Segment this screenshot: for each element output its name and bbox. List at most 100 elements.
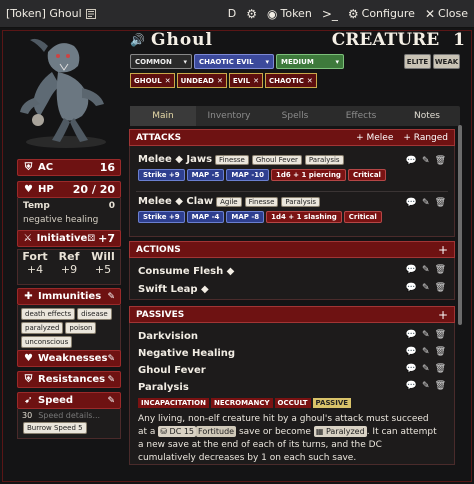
speed-value[interactable]: 30 [22, 411, 32, 420]
window-title: [Token] Ghoul [6, 7, 96, 20]
speaker-icon[interactable]: 🔊 [130, 33, 145, 47]
passive-controls: 💬 ✎ 🗑 [406, 381, 446, 391]
passive-item[interactable]: Paralysis [138, 380, 446, 394]
remove-icon[interactable]: ✕ [307, 77, 313, 85]
will-save[interactable]: Will +5 [86, 250, 120, 284]
condition-chip[interactable]: ▦ Paralyzed [313, 426, 367, 437]
initiative-panel[interactable]: ⚔ Initiative ⚄ +7 [17, 230, 121, 247]
elite-button[interactable]: ELITE [404, 54, 431, 69]
close-button[interactable]: ✕ Close [425, 7, 468, 21]
token-button[interactable]: ◉ Token [267, 7, 312, 21]
remove-icon[interactable]: ✕ [165, 77, 171, 85]
scrollbar[interactable] [458, 125, 462, 325]
trash-icon[interactable]: 🗑 [435, 283, 446, 293]
edit-icon[interactable]: ✎ [422, 283, 430, 293]
d-button[interactable]: D [228, 7, 236, 20]
passive-name: Paralysis [138, 381, 189, 393]
sheet-icon[interactable] [85, 8, 96, 19]
ac-value[interactable]: 16 [100, 161, 115, 174]
tab-notes[interactable]: Notes [394, 106, 460, 126]
configure-button[interactable]: ⚙ Configure [348, 7, 415, 21]
map-button[interactable]: MAP -4 [186, 211, 225, 223]
tab-inventory[interactable]: Inventory [196, 106, 262, 126]
alignment-select[interactable]: CHAOTIC EVIL ▾ [194, 54, 274, 69]
chat-icon[interactable]: 💬 [406, 381, 417, 391]
immunity-tag: paralyzed [21, 322, 64, 334]
trash-icon[interactable]: 🗑 [435, 330, 446, 340]
action-item[interactable]: Swift Leap ◆ [138, 282, 446, 296]
chat-icon[interactable]: 💬 [406, 347, 417, 357]
chat-icon[interactable]: 💬 [406, 364, 417, 374]
attack-trait: Paralysis [304, 154, 344, 165]
action-controls: 💬 ✎ 🗑 [406, 283, 446, 293]
map-button[interactable]: MAP -8 [226, 211, 265, 223]
gear-button[interactable]: ⚙ [246, 7, 257, 21]
strike-button[interactable]: Strike +9 [138, 211, 185, 223]
rarity-select[interactable]: COMMON ▾ [130, 54, 192, 69]
tab-effects[interactable]: Effects [328, 106, 394, 126]
condition-icon: ▦ [315, 427, 326, 436]
chat-icon[interactable]: 💬 [406, 283, 417, 293]
trash-icon[interactable]: 🗑 [435, 198, 446, 208]
chat-icon[interactable]: 💬 [406, 156, 417, 166]
action-item[interactable]: Consume Flesh ◆ [138, 264, 446, 278]
chat-icon[interactable]: 💬 [406, 330, 417, 340]
edit-icon[interactable]: ✎ [422, 381, 430, 391]
map-button[interactable]: MAP -10 [226, 169, 269, 181]
weak-button[interactable]: WEAK [433, 54, 460, 69]
dc-chip[interactable]: ⛁ DC 15 [158, 426, 197, 437]
add-passive-button[interactable]: + [438, 308, 448, 322]
creature-name[interactable]: Ghoul [151, 30, 213, 50]
passive-item[interactable]: Ghoul Fever [138, 363, 446, 377]
critical-button[interactable]: Critical [347, 169, 386, 181]
passive-item[interactable]: Darkvision [138, 329, 446, 343]
map-button[interactable]: MAP -5 [186, 169, 225, 181]
edit-icon[interactable]: ✎ [422, 330, 430, 340]
chat-icon[interactable]: 💬 [406, 198, 417, 208]
trash-icon[interactable]: 🗑 [435, 265, 446, 275]
terminal-button[interactable]: >_ [322, 7, 338, 21]
edit-icon[interactable]: ✎ [422, 347, 430, 357]
edit-icon[interactable]: ✎ [422, 364, 430, 374]
size-select[interactable]: MEDIUM ▾ [276, 54, 344, 69]
remove-icon[interactable]: ✕ [253, 77, 259, 85]
add-melee-button[interactable]: + Melee [356, 133, 393, 143]
trash-icon[interactable]: 🗑 [435, 347, 446, 357]
add-ranged-button[interactable]: + Ranged [403, 133, 448, 143]
passive-item[interactable]: Negative Healing [138, 346, 446, 360]
damage-button[interactable]: 1d4 + 1 slashing [266, 211, 342, 223]
trait-tag: UNDEAD ✕ [176, 73, 227, 88]
edit-resistances-icon[interactable]: ✎ [107, 375, 115, 385]
edit-icon[interactable]: ✎ [422, 156, 430, 166]
ref-save[interactable]: Ref +9 [52, 250, 86, 284]
speed-details-input[interactable]: Speed details... [38, 411, 100, 420]
trait-tag: EVIL ✕ [228, 73, 263, 88]
strike-button[interactable]: Strike +9 [138, 169, 185, 181]
attack-name[interactable]: Melee ◆ Claw [138, 196, 213, 207]
critical-button[interactable]: Critical [343, 211, 382, 223]
add-action-button[interactable]: + [438, 243, 448, 257]
cross-icon: ✚ [24, 291, 33, 302]
hp-value[interactable]: 20 / 20 [73, 183, 115, 196]
trash-icon[interactable]: 🗑 [435, 156, 446, 166]
creature-level[interactable]: 1 [453, 30, 465, 50]
edit-icon[interactable]: ✎ [422, 265, 430, 275]
fort-save[interactable]: Fort +4 [18, 250, 52, 284]
trash-icon[interactable]: 🗑 [435, 381, 446, 391]
creature-portrait[interactable] [8, 32, 120, 150]
edit-speed-icon[interactable]: ✎ [107, 396, 115, 406]
trash-icon[interactable]: 🗑 [435, 364, 446, 374]
chat-icon[interactable]: 💬 [406, 265, 417, 275]
edit-weaknesses-icon[interactable]: ✎ [107, 354, 115, 364]
save-chip[interactable]: Fortitude [196, 426, 237, 437]
close-icon: ✕ [424, 6, 436, 21]
edit-immunities-icon[interactable]: ✎ [107, 292, 115, 302]
dice-icon[interactable]: ⚄ [87, 234, 95, 244]
tab-main[interactable]: Main [130, 106, 196, 126]
edit-icon[interactable]: ✎ [422, 198, 430, 208]
tab-spells[interactable]: Spells [262, 106, 328, 126]
remove-icon[interactable]: ✕ [217, 77, 223, 85]
attack-name[interactable]: Melee ◆ Jaws [138, 154, 212, 165]
temp-value[interactable]: 0 [109, 201, 115, 211]
damage-button[interactable]: 1d6 + 1 piercing [270, 169, 346, 181]
